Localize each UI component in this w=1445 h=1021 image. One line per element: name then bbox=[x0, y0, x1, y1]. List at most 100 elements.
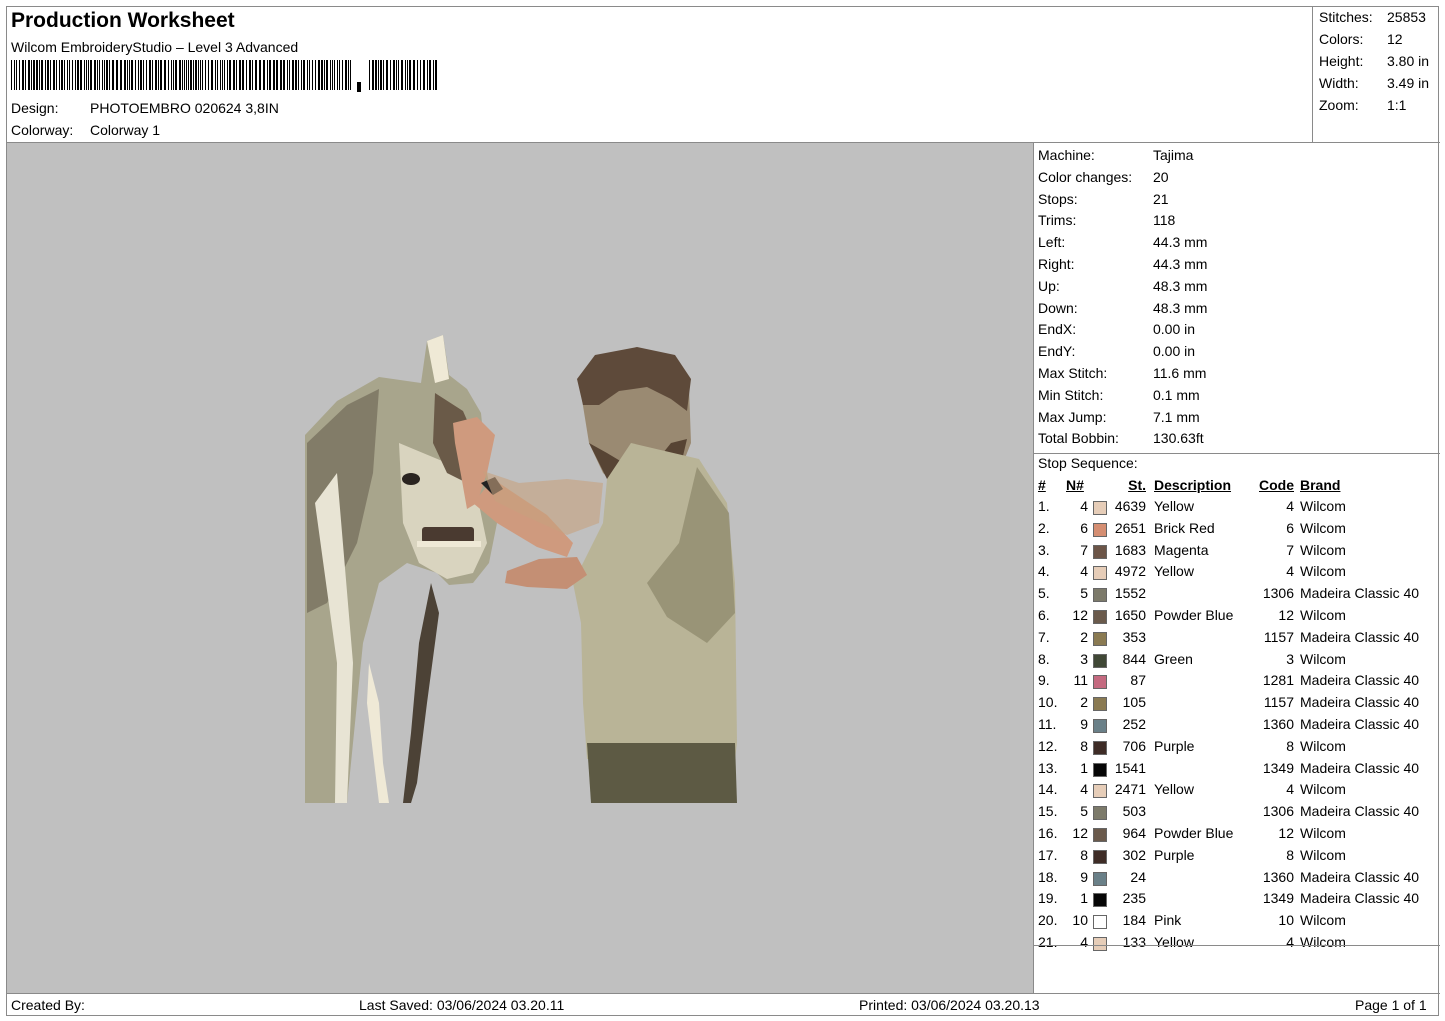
row-code: 12 bbox=[1278, 607, 1294, 623]
row-needle: 5 bbox=[1080, 803, 1088, 820]
row-needle: 11 bbox=[1073, 672, 1088, 689]
row-needle: 9 bbox=[1080, 716, 1088, 732]
machine-info-value: Tajima bbox=[1153, 147, 1194, 163]
stop-table-row: 8. 3 844 Green 3 Wilcom bbox=[1034, 651, 1440, 672]
row-index: 19. bbox=[1038, 890, 1058, 907]
row-stitches: 706 bbox=[1122, 737, 1146, 754]
stat-stitches: Stitches: 25853 bbox=[1319, 9, 1426, 25]
stop-table-row: 4. 4 4972 Yellow 4 Wilcom bbox=[1034, 563, 1440, 584]
machine-info-value: 0.00 in bbox=[1153, 343, 1196, 360]
row-code: 4 bbox=[1286, 563, 1294, 580]
machine-info-label: Min Stitch: bbox=[1038, 386, 1104, 403]
row-index: 1. bbox=[1038, 498, 1050, 514]
horse-figure bbox=[305, 335, 497, 803]
machine-info-label: Max Jump: bbox=[1038, 408, 1107, 425]
row-index: 15. bbox=[1038, 803, 1058, 820]
machine-info-value: 0.1 mm bbox=[1153, 386, 1200, 403]
row-code: 8 bbox=[1286, 846, 1294, 863]
row-stitches: 133 bbox=[1122, 934, 1146, 950]
machine-info-label: Right: bbox=[1038, 256, 1075, 272]
machine-info-row: Right: 44.3 mm bbox=[1038, 256, 1207, 272]
worksheet: Production Worksheet Wilcom EmbroiderySt… bbox=[6, 6, 1440, 1017]
machine-info-label: Machine: bbox=[1038, 147, 1095, 163]
stop-table-row: 15. 5 503 1306 Madeira Classic 40 bbox=[1034, 803, 1440, 824]
row-brand: Wilcom bbox=[1300, 541, 1346, 558]
machine-info-value: 48.3 mm bbox=[1153, 299, 1208, 316]
machine-info-value: 118 bbox=[1153, 212, 1176, 229]
row-stitches: 235 bbox=[1122, 890, 1146, 907]
machine-info-label: Trims: bbox=[1038, 212, 1077, 229]
stop-table-row: 1. 4 4639 Yellow 4 Wilcom bbox=[1034, 498, 1440, 519]
section-divider bbox=[1034, 945, 1440, 946]
design-label: Design: bbox=[11, 100, 59, 116]
row-needle: 4 bbox=[1080, 498, 1088, 514]
header-brand: Brand bbox=[1300, 477, 1341, 493]
stop-table-row: 5. 5 1552 1306 Madeira Classic 40 bbox=[1034, 585, 1440, 606]
machine-info-label: Left: bbox=[1038, 234, 1066, 251]
row-stitches: 1683 bbox=[1114, 541, 1146, 558]
row-needle: 2 bbox=[1080, 694, 1088, 711]
row-description: Yellow bbox=[1154, 563, 1194, 580]
row-brand: Madeira Classic 40 bbox=[1300, 868, 1420, 885]
row-stitches: 252 bbox=[1122, 716, 1146, 732]
row-needle: 10 bbox=[1072, 912, 1088, 929]
row-index: 14. bbox=[1038, 781, 1058, 798]
row-brand: Wilcom bbox=[1300, 607, 1346, 623]
row-index: 2. bbox=[1038, 519, 1050, 536]
machine-info-value: 48.3 mm bbox=[1153, 277, 1208, 294]
stat-width: Width: 3.49 in bbox=[1319, 75, 1429, 91]
footer: Created By: Last Saved: 03/06/2024 03.20… bbox=[7, 993, 1440, 1017]
stat-label: Colors: bbox=[1319, 31, 1364, 47]
row-code: 4 bbox=[1286, 934, 1294, 950]
row-stitches: 1541 bbox=[1114, 759, 1146, 776]
row-index: 21. bbox=[1038, 934, 1058, 950]
machine-info-row: Trims: 118 bbox=[1038, 212, 1175, 228]
row-index: 7. bbox=[1038, 628, 1050, 645]
row-index: 13. bbox=[1038, 759, 1058, 776]
row-index: 17. bbox=[1038, 846, 1058, 863]
stop-table-row: 9. 11 87 1281 Madeira Classic 40 bbox=[1034, 672, 1440, 693]
row-code: 1349 bbox=[1262, 759, 1294, 776]
printed-date: Printed: 03/06/2024 03.20.13 bbox=[859, 997, 1040, 1013]
machine-info-value: 7.1 mm bbox=[1153, 408, 1200, 425]
stop-table-row: 3. 7 1683 Magenta 7 Wilcom bbox=[1034, 542, 1440, 563]
colorway-label: Colorway: bbox=[11, 122, 74, 138]
row-needle: 4 bbox=[1080, 934, 1088, 950]
stop-table-row: 2. 6 2651 Brick Red 6 Wilcom bbox=[1034, 520, 1440, 541]
machine-info-label: EndX: bbox=[1038, 321, 1077, 338]
machine-info-label: Up: bbox=[1038, 277, 1060, 294]
row-index: 18. bbox=[1038, 868, 1058, 885]
machine-info-row: EndX: 0.00 in bbox=[1038, 321, 1195, 337]
row-index: 9. bbox=[1038, 672, 1050, 689]
machine-info-row: Max Jump: 7.1 mm bbox=[1038, 409, 1200, 425]
row-needle: 9 bbox=[1080, 868, 1088, 885]
stop-table-row: 18. 9 24 1360 Madeira Classic 40 bbox=[1034, 869, 1440, 890]
row-needle: 4 bbox=[1080, 781, 1088, 798]
machine-info-row: Color changes: 20 bbox=[1038, 169, 1169, 185]
row-needle: 12 bbox=[1072, 825, 1088, 841]
row-brand: Madeira Classic 40 bbox=[1300, 759, 1420, 776]
header-index: # bbox=[1038, 477, 1046, 493]
header-description: Description bbox=[1154, 477, 1232, 493]
section-divider bbox=[1034, 453, 1440, 454]
stat-label: Stitches: bbox=[1319, 9, 1373, 25]
stat-zoom: Zoom: 1:1 bbox=[1319, 97, 1406, 113]
machine-info-value: 11.6 mm bbox=[1153, 365, 1207, 381]
row-description: Yellow bbox=[1154, 934, 1194, 950]
row-brand: Wilcom bbox=[1300, 912, 1346, 929]
row-description: Yellow bbox=[1154, 498, 1194, 514]
header-stitches: St. bbox=[1128, 477, 1146, 493]
page-number: Page 1 of 1 bbox=[1355, 997, 1427, 1013]
row-stitches: 4639 bbox=[1114, 498, 1146, 514]
row-stitches: 2471 bbox=[1114, 781, 1146, 798]
row-stitches: 302 bbox=[1122, 846, 1146, 863]
row-index: 5. bbox=[1038, 585, 1050, 602]
row-index: 8. bbox=[1038, 650, 1050, 667]
stop-table-row: 20. 10 184 Pink 10 Wilcom bbox=[1034, 912, 1440, 933]
stat-label: Width: bbox=[1319, 75, 1359, 91]
row-description: Purple bbox=[1154, 846, 1195, 863]
stop-table-header: # N# St. Description Code Brand bbox=[1034, 477, 1440, 498]
row-stitches: 184 bbox=[1122, 912, 1146, 929]
design-preview-canvas bbox=[7, 143, 1034, 993]
machine-info-label: Down: bbox=[1038, 299, 1078, 316]
